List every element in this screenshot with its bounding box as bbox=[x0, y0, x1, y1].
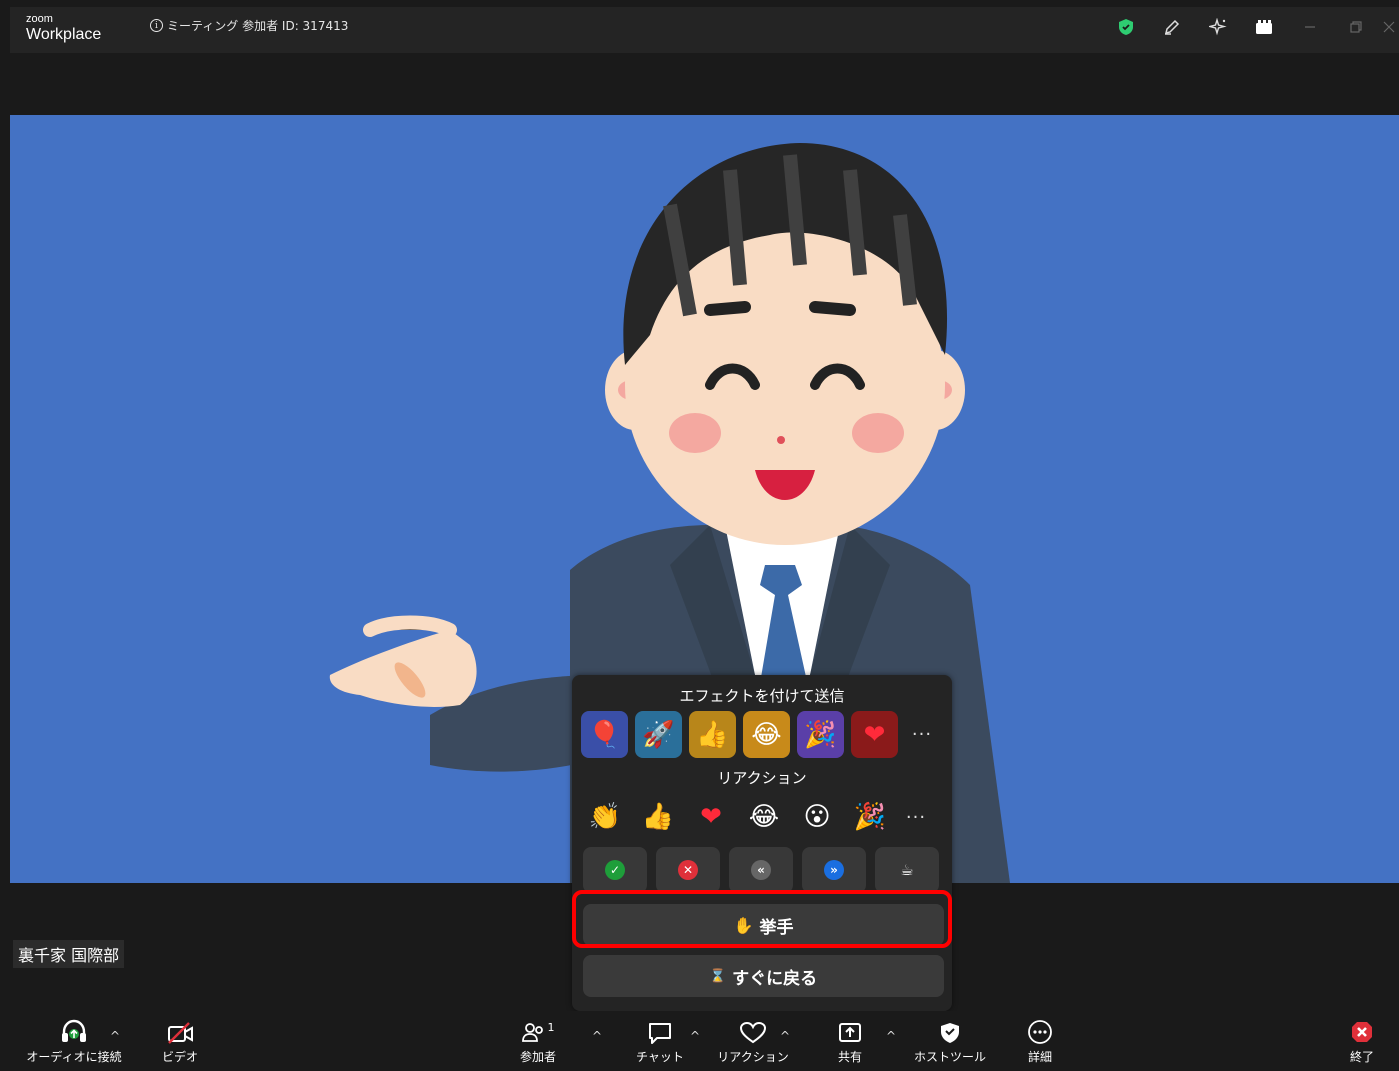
chat-label: チャット bbox=[636, 1050, 684, 1064]
heart-outline-icon bbox=[739, 1021, 767, 1044]
check-icon: ✓ bbox=[605, 860, 625, 880]
logo-big-text: Workplace bbox=[26, 26, 102, 43]
thumbs-up-icon: 👍 bbox=[696, 719, 729, 750]
effects-title: エフェクトを付けて送信 bbox=[679, 687, 845, 705]
effect-laughing[interactable]: 😂 bbox=[743, 711, 790, 758]
status-slower-button[interactable]: « bbox=[729, 847, 793, 893]
effect-rocket[interactable]: 🚀 bbox=[635, 711, 682, 758]
end-label: 終了 bbox=[1349, 1050, 1374, 1064]
audio-label: オーディオに接続 bbox=[26, 1050, 122, 1064]
title-bar-icons bbox=[1103, 7, 1399, 47]
status-faster-button[interactable]: » bbox=[802, 847, 866, 893]
reactions-label: リアクション bbox=[717, 1050, 789, 1064]
reactions-row: 👏 👍 ❤ 😂 😮 🎉 ··· bbox=[581, 795, 933, 839]
zoom-window: zoom Workplace i ミーティング 参加者 ID: 317413 裏… bbox=[10, 7, 1399, 1071]
top-band bbox=[10, 53, 1399, 115]
share-screen-icon bbox=[839, 1023, 861, 1042]
participants-icon bbox=[521, 1023, 543, 1042]
more-icon bbox=[1028, 1020, 1052, 1044]
host-tools-button[interactable]: ホストツール bbox=[908, 1011, 992, 1071]
meeting-info[interactable]: i ミーティング 参加者 ID: 317413 bbox=[150, 17, 348, 34]
reactions-options-chevron-icon[interactable]: ^ bbox=[780, 1029, 790, 1043]
reaction-laughing[interactable]: 😂 bbox=[740, 795, 788, 839]
effect-thumbs-up[interactable]: 👍 bbox=[689, 711, 736, 758]
status-cross-button[interactable]: ✕ bbox=[656, 847, 720, 893]
balloon-icon: 🎈 bbox=[588, 719, 621, 750]
participant-name-tag: 裏千家 国際部 bbox=[13, 940, 125, 968]
participants-count: 1 bbox=[547, 1021, 555, 1034]
laughing-icon: 😂 bbox=[751, 719, 782, 750]
headphones-icon bbox=[62, 1019, 86, 1042]
chat-button[interactable]: チャット bbox=[632, 1011, 688, 1071]
share-options-chevron-icon[interactable]: ^ bbox=[886, 1029, 896, 1043]
video-label: ビデオ bbox=[161, 1050, 198, 1064]
reaction-heart[interactable]: ❤ bbox=[687, 795, 735, 839]
more-button[interactable]: 詳細 bbox=[1010, 1011, 1070, 1071]
effects-row: 🎈 🚀 👍 😂 🎉 ❤ ··· bbox=[581, 711, 939, 758]
heart-icon: ❤ bbox=[863, 719, 886, 750]
reaction-thumbs-up[interactable]: 👍 bbox=[634, 795, 682, 839]
surprised-face-icon: 😮 bbox=[803, 802, 831, 832]
participants-options-chevron-icon[interactable]: ^ bbox=[592, 1029, 602, 1043]
pen-icon[interactable] bbox=[1149, 7, 1195, 47]
security-shield-icon[interactable] bbox=[1103, 7, 1149, 47]
video-button[interactable]: ビデオ bbox=[155, 1011, 205, 1071]
be-right-back-button[interactable]: ⌛ すぐに戻る bbox=[583, 955, 944, 997]
more-reactions-button[interactable]: ··· bbox=[899, 797, 933, 837]
slower-icon: « bbox=[751, 860, 771, 880]
restore-icon[interactable] bbox=[1333, 7, 1379, 47]
chat-options-chevron-icon[interactable]: ^ bbox=[690, 1029, 700, 1043]
info-icon: i bbox=[150, 19, 163, 32]
clapping-hands-icon: 👏 bbox=[588, 802, 622, 832]
chat-icon bbox=[649, 1023, 671, 1044]
end-button[interactable]: 終了 bbox=[1340, 1011, 1384, 1071]
title-bar: zoom Workplace i ミーティング 参加者 ID: 317413 bbox=[10, 7, 1399, 53]
audio-options-chevron-icon[interactable]: ^ bbox=[110, 1029, 120, 1043]
share-label: 共有 bbox=[837, 1050, 862, 1064]
party-popper-icon: 🎉 bbox=[853, 802, 887, 832]
be-right-back-label: すぐに戻る bbox=[732, 968, 818, 989]
party-popper-icon: 🎉 bbox=[804, 719, 837, 750]
effect-party-popper[interactable]: 🎉 bbox=[797, 711, 844, 758]
close-icon[interactable] bbox=[1379, 7, 1399, 47]
meeting-toolbar: オーディオに接続 ^ ビデオ 1 参加者 ^ チャット ^ リアクション ^ 共… bbox=[10, 1011, 1399, 1071]
cross-icon: ✕ bbox=[678, 860, 698, 880]
thumbs-up-icon: 👍 bbox=[641, 802, 675, 832]
zoom-workplace-logo: zoom Workplace bbox=[26, 14, 101, 43]
end-meeting-icon bbox=[1352, 1022, 1372, 1042]
reaction-surprised-face[interactable]: 😮 bbox=[793, 795, 841, 839]
meeting-info-text: ミーティング 参加者 ID: 317413 bbox=[167, 19, 349, 33]
audio-button[interactable]: オーディオに接続 bbox=[24, 1011, 124, 1071]
minimize-icon[interactable] bbox=[1287, 7, 1333, 47]
status-coffee-button[interactable]: ☕ bbox=[875, 847, 939, 893]
rocket-icon: 🚀 bbox=[642, 719, 675, 750]
status-check-button[interactable]: ✓ bbox=[583, 847, 647, 893]
effect-heart[interactable]: ❤ bbox=[851, 711, 898, 758]
reaction-clapping-hands[interactable]: 👏 bbox=[581, 795, 629, 839]
video-off-icon bbox=[168, 1022, 193, 1044]
status-row: ✓ ✕ « » ☕ bbox=[583, 847, 939, 893]
logo-small-text: zoom bbox=[26, 13, 53, 25]
laughing-icon: 😂 bbox=[748, 802, 780, 832]
more-label: 詳細 bbox=[1027, 1050, 1052, 1064]
apps-icon[interactable] bbox=[1241, 7, 1287, 47]
faster-icon: » bbox=[824, 860, 844, 880]
raise-hand-highlight bbox=[572, 890, 952, 948]
share-button[interactable]: 共有 bbox=[822, 1011, 878, 1071]
effect-balloon[interactable]: 🎈 bbox=[581, 711, 628, 758]
heart-icon: ❤ bbox=[700, 802, 722, 832]
participants-button[interactable]: 1 参加者 bbox=[508, 1011, 568, 1071]
reactions-popup: エフェクトを付けて送信 🎈 🚀 👍 😂 🎉 ❤ ··· リアクション 👏 👍 ❤ 😂 😮 🎉 ··· ✓… bbox=[572, 675, 952, 1011]
participants-label: 参加者 bbox=[519, 1050, 556, 1064]
host-shield-icon bbox=[941, 1023, 959, 1043]
reactions-title: リアクション bbox=[717, 769, 807, 787]
reaction-party-popper[interactable]: 🎉 bbox=[846, 795, 894, 839]
ai-companion-icon[interactable] bbox=[1195, 7, 1241, 47]
host-tools-label: ホストツール bbox=[913, 1050, 986, 1064]
hourglass-icon: ⌛ bbox=[709, 968, 727, 984]
coffee-icon: ☕ bbox=[900, 861, 914, 879]
more-effects-button[interactable]: ··· bbox=[905, 715, 939, 755]
